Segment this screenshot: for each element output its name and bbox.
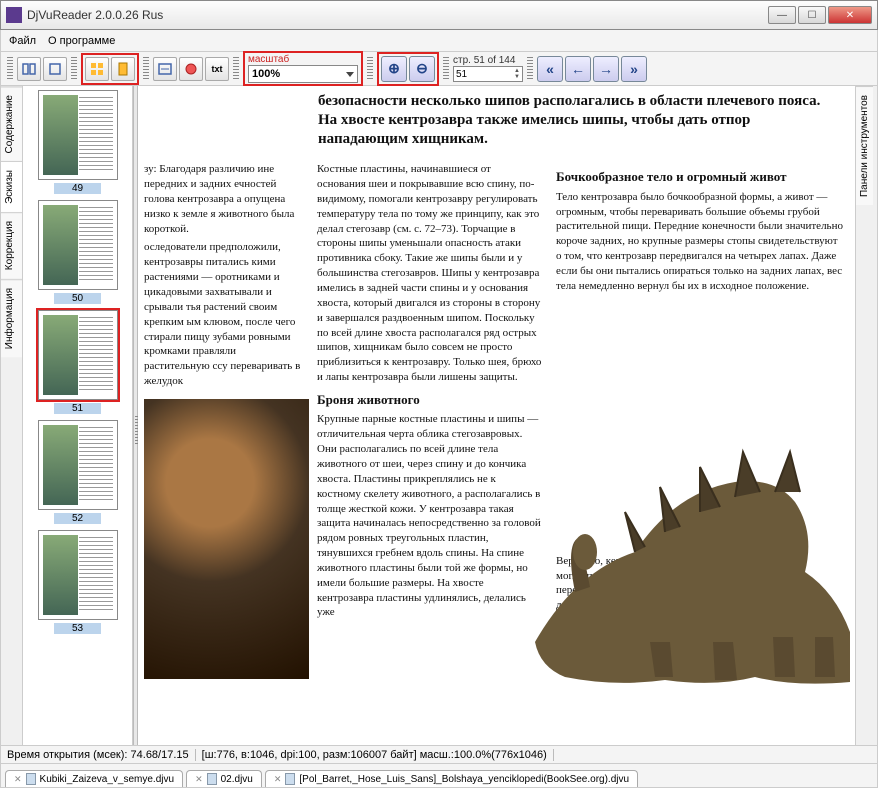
zoom-buttons-group: ⊕ ⊖ <box>377 52 439 86</box>
photo-image <box>144 399 309 679</box>
mid-h2: Броня животного <box>317 391 542 409</box>
spinner-icon[interactable]: ▲▼ <box>514 68 520 80</box>
grip[interactable] <box>143 57 149 81</box>
lock-button[interactable] <box>179 57 203 81</box>
app-icon <box>6 7 22 23</box>
grip[interactable] <box>71 57 77 81</box>
doc-icon <box>285 773 295 785</box>
right-h1: Бочкообразное тело и огромный живот <box>556 168 845 186</box>
left-intro: зу: Благодаря различию ине передних и за… <box>144 162 303 236</box>
zoom-label: масштаб <box>248 54 358 65</box>
thumb-49[interactable]: 49 <box>27 90 128 194</box>
title-bar: DjVuReader 2.0.0.26 Rus — ☐ ✕ <box>0 0 878 30</box>
menu-about[interactable]: О программе <box>48 35 115 47</box>
page-input[interactable]: 51 ▲▼ <box>453 66 523 82</box>
prev-page-button[interactable]: ← <box>565 56 591 82</box>
tab-thumbs[interactable]: Эскизы <box>1 161 22 212</box>
close-icon[interactable]: ✕ <box>274 774 282 785</box>
next-page-button[interactable]: → <box>593 56 619 82</box>
mid-p1: Костные пластины, начинавшиеся от основа… <box>317 162 542 385</box>
thumb-52[interactable]: 52 <box>27 420 128 524</box>
body: Содержание Эскизы Коррекция Информация 4… <box>0 86 878 746</box>
thumb-53[interactable]: 53 <box>27 530 128 634</box>
thumb-50[interactable]: 50 <box>27 200 128 304</box>
first-page-button[interactable]: « <box>537 56 563 82</box>
right-tabs: Панели инструментов <box>855 86 877 745</box>
view-tiled-button[interactable] <box>85 57 109 81</box>
grip[interactable] <box>443 57 449 81</box>
page-group: стр. 51 of 144 51 ▲▼ <box>453 55 523 82</box>
minimize-button[interactable]: — <box>768 6 796 24</box>
left-tabs: Содержание Эскизы Коррекция Информация <box>1 86 23 745</box>
view-page-button[interactable] <box>111 57 135 81</box>
tab-correction[interactable]: Коррекция <box>1 212 22 278</box>
status-info: [ш:776, в:1046, dpi:100, разм:106007 бай… <box>196 749 554 761</box>
last-page-button[interactable]: » <box>621 56 647 82</box>
doc-icon <box>207 773 217 785</box>
doc-icon <box>26 773 36 785</box>
mid-p2: Крупные парные костные пластины и шипы —… <box>317 412 542 620</box>
close-icon[interactable]: ✕ <box>14 774 22 785</box>
zoom-group: масштаб 100% <box>243 51 363 86</box>
zoom-in-button[interactable]: ⊕ <box>381 56 407 82</box>
dinosaur-image <box>515 392 855 692</box>
document-view[interactable]: безопасности несколько шипов располагали… <box>138 86 855 745</box>
page-content: безопасности несколько шипов располагали… <box>138 86 855 685</box>
file-tab-2[interactable]: ✕02.djvu <box>186 770 262 787</box>
file-tab-3[interactable]: ✕[Pol_Barret,_Hose_Luis_Sans]_Bolshaya_y… <box>265 770 638 787</box>
maximize-button[interactable]: ☐ <box>798 6 826 24</box>
zoom-value: 100% <box>252 68 280 80</box>
close-icon[interactable]: ✕ <box>195 774 203 785</box>
zoom-select[interactable]: 100% <box>248 65 358 83</box>
layout-single-button[interactable] <box>43 57 67 81</box>
grip[interactable] <box>367 57 373 81</box>
tab-info[interactable]: Информация <box>1 279 22 357</box>
status-time: Время открытия (мсек): 74.68/17.15 <box>1 749 196 761</box>
left-body: оследователи предположили, кентрозавры п… <box>144 240 303 388</box>
view-mode-group <box>81 53 139 85</box>
file-tabs: ✕Kubiki_Zaizeva_v_semye.djvu ✕02.djvu ✕[… <box>0 764 878 788</box>
grip[interactable] <box>7 57 13 81</box>
lead-text: безопасности несколько шипов располагали… <box>318 92 825 148</box>
menu-file[interactable]: Файл <box>9 35 36 47</box>
toolbar: txt масштаб 100% ⊕ ⊖ стр. 51 of 144 51 ▲… <box>0 52 878 86</box>
menu-bar: Файл О программе <box>0 30 878 52</box>
thumb-51[interactable]: 51 <box>27 310 128 414</box>
txt-button[interactable]: txt <box>205 57 229 81</box>
tab-panels[interactable]: Панели инструментов <box>856 86 873 205</box>
right-p1: Тело кентрозавра было бочкообразной форм… <box>556 190 845 294</box>
fit-width-button[interactable] <box>153 57 177 81</box>
dropdown-icon <box>346 72 354 77</box>
page-value: 51 <box>456 69 467 80</box>
file-tab-1[interactable]: ✕Kubiki_Zaizeva_v_semye.djvu <box>5 770 183 787</box>
grip[interactable] <box>527 57 533 81</box>
close-button[interactable]: ✕ <box>828 6 872 24</box>
status-bar: Время открытия (мсек): 74.68/17.15 [ш:77… <box>0 746 878 764</box>
window-title: DjVuReader 2.0.0.26 Rus <box>27 8 768 22</box>
thumbnails-panel[interactable]: 49 50 51 52 53 <box>23 86 133 745</box>
grip[interactable] <box>233 57 239 81</box>
tab-contents[interactable]: Содержание <box>1 86 22 161</box>
page-label: стр. 51 of 144 <box>453 55 523 66</box>
layout-split-button[interactable] <box>17 57 41 81</box>
zoom-out-button[interactable]: ⊖ <box>409 56 435 82</box>
